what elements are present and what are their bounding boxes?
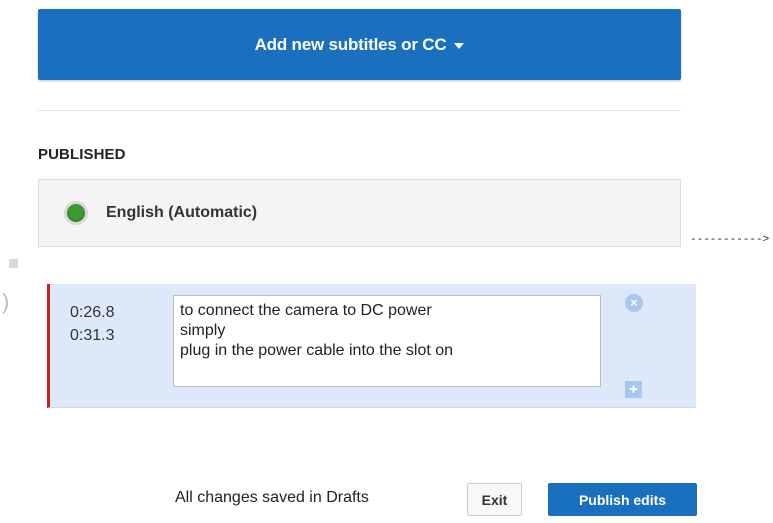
caption-end-time[interactable]: 0:31.3 xyxy=(70,327,114,345)
caption-text-field[interactable]: to connect the camera to DC power simply… xyxy=(173,295,601,387)
language-label: English (Automatic) xyxy=(106,204,258,221)
published-section-title: PUBLISHED xyxy=(38,146,126,163)
add-subtitles-label: Add new subtitles or CC xyxy=(254,34,447,54)
publish-edits-button[interactable]: Publish edits xyxy=(548,483,697,516)
divider xyxy=(38,110,681,111)
plus-icon[interactable]: + xyxy=(625,381,642,398)
close-circle-icon[interactable]: × xyxy=(625,294,643,312)
save-status-text: All changes saved in Drafts xyxy=(175,489,369,506)
scroll-handle[interactable] xyxy=(9,259,18,268)
status-dot-icon xyxy=(64,201,88,225)
caret-down-icon xyxy=(454,42,465,49)
add-subtitles-button[interactable]: Add new subtitles or CC xyxy=(38,9,681,80)
caption-row[interactable]: 0:26.8 0:31.3 to connect the camera to D… xyxy=(47,284,696,408)
published-language-row[interactable]: English (Automatic) xyxy=(38,179,681,247)
exit-button[interactable]: Exit xyxy=(467,483,522,516)
caption-start-time[interactable]: 0:26.8 xyxy=(70,304,114,322)
annotation-arrow: -----------> xyxy=(690,234,770,246)
partial-icon: ) xyxy=(2,289,10,314)
